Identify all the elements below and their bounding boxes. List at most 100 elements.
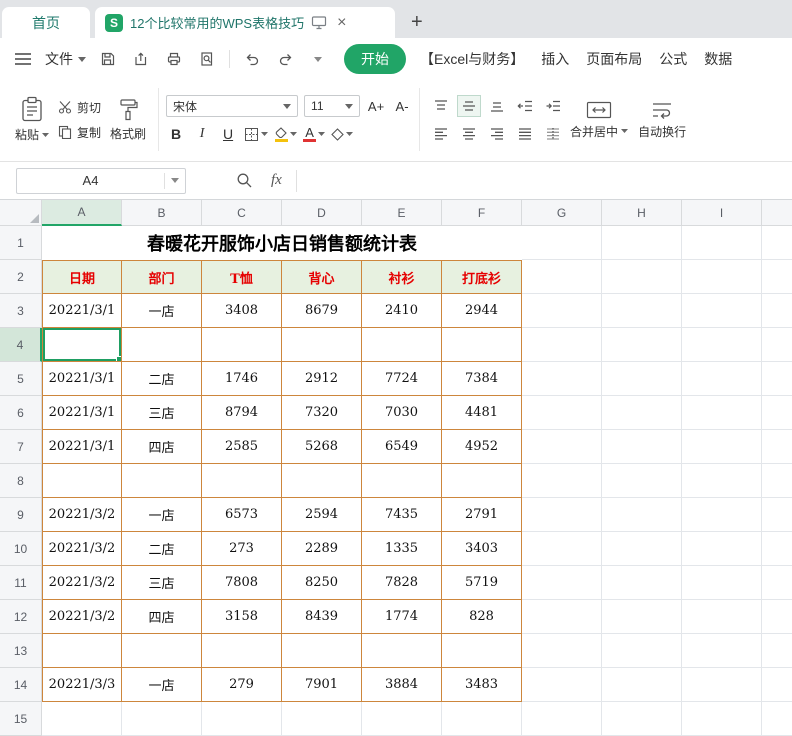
- row-header-11[interactable]: 11: [0, 566, 42, 600]
- home-tab[interactable]: 首页: [2, 7, 90, 38]
- ribbon-tab-addin[interactable]: 【Excel与财务】: [417, 49, 527, 69]
- cell-F15[interactable]: [442, 702, 522, 736]
- cell-G11[interactable]: [522, 566, 602, 600]
- column-header-I[interactable]: I: [682, 200, 762, 226]
- cell-A9[interactable]: 20221/3/2: [42, 498, 122, 532]
- cut-button[interactable]: 剪切: [58, 99, 101, 116]
- font-name-select[interactable]: 宋体: [166, 95, 298, 117]
- cell-style-button[interactable]: [331, 124, 353, 144]
- cell-E5[interactable]: 7724: [362, 362, 442, 396]
- select-all-corner[interactable]: [0, 200, 42, 226]
- cell-C5[interactable]: 1746: [202, 362, 282, 396]
- cell-F13[interactable]: [442, 634, 522, 668]
- column-header-G[interactable]: G: [522, 200, 602, 226]
- zoom-search-icon[interactable]: [226, 172, 263, 189]
- cell-F14[interactable]: 3483: [442, 668, 522, 702]
- cell-C15[interactable]: [202, 702, 282, 736]
- cell-A11[interactable]: 20221/3/2: [42, 566, 122, 600]
- redo-icon[interactable]: [274, 48, 296, 70]
- cell-I1[interactable]: [682, 226, 762, 260]
- cell-I10[interactable]: [682, 532, 762, 566]
- cell-B11[interactable]: 三店: [122, 566, 202, 600]
- cell-A2[interactable]: 日期: [42, 260, 122, 294]
- cell-G5[interactable]: [522, 362, 602, 396]
- justify-icon[interactable]: [513, 123, 537, 145]
- cell-B13[interactable]: [122, 634, 202, 668]
- cell-F6[interactable]: 4481: [442, 396, 522, 430]
- cell-G7[interactable]: [522, 430, 602, 464]
- cell-I8[interactable]: [682, 464, 762, 498]
- cell-H4[interactable]: [602, 328, 682, 362]
- cell-D12[interactable]: 8439: [282, 600, 362, 634]
- cell-F11[interactable]: 5719: [442, 566, 522, 600]
- row-header-12[interactable]: 12: [0, 600, 42, 634]
- cell-D6[interactable]: 7320: [282, 396, 362, 430]
- row-header-7[interactable]: 7: [0, 430, 42, 464]
- file-menu[interactable]: 文件: [45, 49, 86, 69]
- cell-D13[interactable]: [282, 634, 362, 668]
- cell-C3[interactable]: 3408: [202, 294, 282, 328]
- cell-G3[interactable]: [522, 294, 602, 328]
- cell-F3[interactable]: 2944: [442, 294, 522, 328]
- save-icon[interactable]: [97, 48, 119, 70]
- cell-H9[interactable]: [602, 498, 682, 532]
- cell-B7[interactable]: 四店: [122, 430, 202, 464]
- cell-D14[interactable]: 7901: [282, 668, 362, 702]
- cell-A4[interactable]: [42, 328, 122, 362]
- cell-D15[interactable]: [282, 702, 362, 736]
- print-icon[interactable]: [163, 48, 185, 70]
- cell-D9[interactable]: 2594: [282, 498, 362, 532]
- cell-C2[interactable]: T恤: [202, 260, 282, 294]
- decrease-font-button[interactable]: A-: [392, 96, 412, 116]
- format-painter-button[interactable]: 格式刷: [105, 84, 151, 155]
- cell-I9[interactable]: [682, 498, 762, 532]
- cell-A3[interactable]: 20221/3/1: [42, 294, 122, 328]
- cell-G9[interactable]: [522, 498, 602, 532]
- cell-D2[interactable]: 背心: [282, 260, 362, 294]
- cell-I14[interactable]: [682, 668, 762, 702]
- align-center-icon[interactable]: [457, 123, 481, 145]
- cell-B14[interactable]: 一店: [122, 668, 202, 702]
- merge-center-button[interactable]: 合并居中: [565, 84, 633, 155]
- cell-B3[interactable]: 一店: [122, 294, 202, 328]
- cell-G10[interactable]: [522, 532, 602, 566]
- row-header-9[interactable]: 9: [0, 498, 42, 532]
- column-header-H[interactable]: H: [602, 200, 682, 226]
- cell-D10[interactable]: 2289: [282, 532, 362, 566]
- cell-H8[interactable]: [602, 464, 682, 498]
- name-box-caret-icon[interactable]: [165, 178, 185, 183]
- cell-H1[interactable]: [602, 226, 682, 260]
- column-header-A[interactable]: A: [42, 200, 122, 226]
- underline-button[interactable]: U: [218, 124, 238, 144]
- cell-A13[interactable]: [42, 634, 122, 668]
- cell-A1-title[interactable]: 春暖花开服饰小店日销售额统计表: [42, 226, 522, 260]
- cell-C14[interactable]: 279: [202, 668, 282, 702]
- cell-E6[interactable]: 7030: [362, 396, 442, 430]
- cell-H15[interactable]: [602, 702, 682, 736]
- column-header-C[interactable]: C: [202, 200, 282, 226]
- cell-F9[interactable]: 2791: [442, 498, 522, 532]
- cell-H14[interactable]: [602, 668, 682, 702]
- row-header-4[interactable]: 4: [0, 328, 42, 362]
- cell-H13[interactable]: [602, 634, 682, 668]
- cell-I7[interactable]: [682, 430, 762, 464]
- cell-C8[interactable]: [202, 464, 282, 498]
- increase-font-button[interactable]: A+: [366, 96, 386, 116]
- cell-I2[interactable]: [682, 260, 762, 294]
- cell-H11[interactable]: [602, 566, 682, 600]
- cell-I6[interactable]: [682, 396, 762, 430]
- close-tab-icon[interactable]: ×: [334, 14, 349, 32]
- cell-F10[interactable]: 3403: [442, 532, 522, 566]
- italic-button[interactable]: I: [192, 124, 212, 144]
- cell-A12[interactable]: 20221/3/2: [42, 600, 122, 634]
- cell-B5[interactable]: 二店: [122, 362, 202, 396]
- cell-A10[interactable]: 20221/3/2: [42, 532, 122, 566]
- cell-I4[interactable]: [682, 328, 762, 362]
- cell-I11[interactable]: [682, 566, 762, 600]
- cell-B9[interactable]: 一店: [122, 498, 202, 532]
- cell-C6[interactable]: 8794: [202, 396, 282, 430]
- column-header-F[interactable]: F: [442, 200, 522, 226]
- cell-F7[interactable]: 4952: [442, 430, 522, 464]
- cell-F12[interactable]: 828: [442, 600, 522, 634]
- cell-E11[interactable]: 7828: [362, 566, 442, 600]
